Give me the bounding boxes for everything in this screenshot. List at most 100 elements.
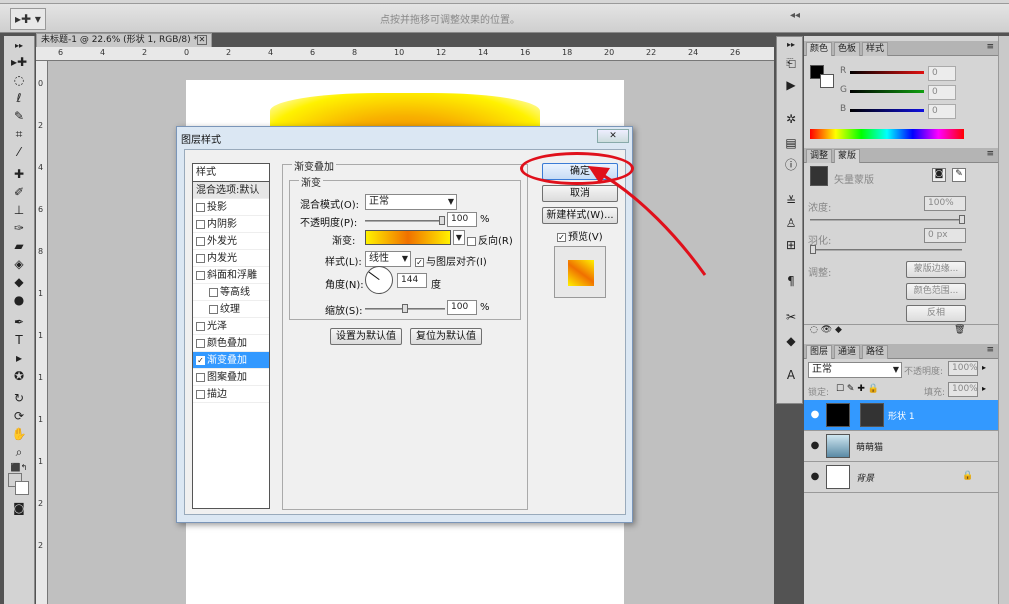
paint-bucket-tool-icon[interactable]: ◈ [9, 256, 29, 272]
path-select-tool-icon[interactable]: ▸ [9, 350, 29, 366]
info-icon[interactable]: ⓘ [782, 157, 800, 173]
tab-styles[interactable]: 样式 [862, 42, 889, 56]
channel-slider[interactable] [850, 90, 924, 93]
set-default-button[interactable]: 设置为默认值 [330, 328, 402, 345]
invert-button[interactable]: 反相 [906, 305, 966, 322]
panel-menu-icon[interactable]: ≡ [986, 149, 994, 159]
layer-row[interactable]: ● 背景 🔒 [804, 462, 998, 493]
clone-source-icon[interactable]: ♙ [782, 215, 800, 231]
style-item[interactable]: ✓ 渐变叠加 [193, 352, 269, 369]
checkbox-icon[interactable] [196, 372, 205, 382]
3d-rotate-tool-icon[interactable]: ↻ [9, 390, 29, 406]
scale-slider[interactable] [365, 304, 445, 313]
reset-default-button[interactable]: 复位为默认值 [410, 328, 482, 345]
history-icon[interactable]: ⎗ [782, 55, 800, 71]
checkbox-icon[interactable]: ✓ [196, 355, 205, 365]
scale-input[interactable]: 100 [447, 300, 477, 315]
trash-icon[interactable]: 🗑 [954, 325, 965, 335]
style-item[interactable]: 投影 [193, 199, 269, 216]
opacity-slider-thumb[interactable] [439, 216, 445, 225]
3d-icon[interactable]: ✂ [782, 309, 800, 325]
mask-edge-button[interactable]: 蒙版边缘... [906, 261, 966, 278]
type-tool-icon[interactable]: T [9, 332, 29, 348]
checkbox-icon[interactable] [196, 202, 205, 212]
brushes-icon[interactable]: ≚ [782, 193, 800, 209]
style-item[interactable]: 颜色叠加 [193, 335, 269, 352]
layer-blend-mode-select[interactable]: 正常 ▼ [808, 362, 902, 378]
style-item[interactable]: 图案叠加 [193, 369, 269, 386]
histogram-icon[interactable]: ▤ [782, 135, 800, 151]
healing-brush-tool-icon[interactable]: ✚ [9, 166, 29, 182]
panel-menu-icon[interactable]: ≡ [986, 42, 994, 52]
lasso-tool-icon[interactable]: ℓ [9, 90, 29, 106]
tab-color[interactable]: 颜色 [806, 42, 833, 56]
opacity-slider[interactable] [365, 216, 445, 225]
toolbox-collapse-icon[interactable]: ▸▸ [9, 38, 29, 54]
checkbox-icon[interactable] [196, 236, 205, 246]
opacity-input[interactable]: 100 [447, 212, 477, 227]
quick-mask-icon[interactable]: ◙ [9, 500, 29, 516]
layer-row[interactable]: ● 萌萌猫 [804, 431, 998, 462]
color-range-button[interactable]: 颜色范围... [906, 283, 966, 300]
checkbox-icon[interactable] [196, 219, 205, 229]
navigator-icon[interactable]: ✲ [782, 111, 800, 127]
panel-scrollbar[interactable] [998, 36, 1009, 604]
quick-select-tool-icon[interactable]: ✎ [9, 108, 29, 124]
style-item[interactable]: 外发光 [193, 233, 269, 250]
checkbox-icon[interactable] [196, 338, 205, 348]
panel-menu-icon[interactable]: ≡ [986, 345, 994, 355]
crop-tool-icon[interactable]: ⌗ [9, 126, 29, 142]
gradient-style-select[interactable]: 线性 ▼ [365, 251, 411, 267]
channel-slider[interactable] [850, 71, 924, 74]
checkbox-icon[interactable] [196, 270, 205, 280]
style-item[interactable]: 纹理 [193, 301, 269, 318]
style-item[interactable]: 斜面和浮雕 [193, 267, 269, 284]
tab-adjustments[interactable]: 调整 [806, 149, 833, 163]
vector-mask-thumbnail[interactable] [860, 403, 884, 427]
angle-dial[interactable] [365, 266, 393, 294]
pen-tool-icon[interactable]: ✒ [9, 314, 29, 330]
3d-orbit-tool-icon[interactable]: ⟳ [9, 408, 29, 424]
visibility-icon[interactable]: 👁 [821, 325, 832, 335]
tab-channels[interactable]: 通道 [834, 345, 861, 359]
channel-slider[interactable] [850, 109, 924, 112]
eyedropper-tool-icon[interactable]: ⁄ [9, 144, 29, 160]
density-slider[interactable] [810, 215, 965, 224]
eraser-tool-icon[interactable]: ▰ [9, 238, 29, 254]
layer-fill-input[interactable]: 100% [948, 382, 978, 397]
visibility-eye-icon[interactable]: ● [808, 409, 822, 421]
load-selection-icon[interactable]: ◌ [810, 325, 818, 335]
strip-collapse-icon[interactable]: ▸▸ [782, 37, 800, 53]
layer-row[interactable]: ● 形状 1 [804, 400, 998, 431]
gradient-dropdown-icon[interactable]: ▼ [453, 230, 465, 245]
checkbox-icon[interactable] [209, 287, 218, 297]
color-spectrum[interactable] [810, 129, 964, 139]
collapse-panels-icon[interactable]: ◂◂ [790, 10, 800, 21]
style-item[interactable]: 内发光 [193, 250, 269, 267]
document-tab[interactable]: 未标题-1 @ 22.6% (形状 1, RGB/8) * ✕ [36, 33, 212, 47]
layer-opacity-input[interactable]: 100% [948, 361, 978, 376]
paragraph-icon[interactable]: ¶ [782, 273, 800, 289]
visibility-eye-icon[interactable]: ● [808, 440, 822, 452]
reverse-checkbox[interactable]: 反向(R) [467, 232, 513, 247]
style-item[interactable]: 等高线 [193, 284, 269, 301]
density-input[interactable]: 100% [924, 196, 966, 211]
tab-masks[interactable]: 蒙版 [834, 149, 861, 163]
style-item[interactable]: 光泽 [193, 318, 269, 335]
blur-tool-icon[interactable]: ◆ [9, 274, 29, 290]
style-item[interactable]: 内阴影 [193, 216, 269, 233]
feather-input[interactable]: 0 px [924, 228, 966, 243]
blend-options-item[interactable]: 混合选项:默认 [193, 182, 269, 199]
feather-slider-thumb[interactable] [810, 245, 816, 254]
actions-icon[interactable]: ▶ [782, 77, 800, 93]
tool-presets-icon[interactable]: ⊞ [782, 237, 800, 253]
tab-layers[interactable]: 图层 [806, 345, 833, 359]
dialog-close-icon[interactable]: ✕ [597, 129, 629, 143]
dodge-tool-icon[interactable]: ● [9, 292, 29, 308]
checkbox-icon[interactable] [196, 321, 205, 331]
align-with-layer-checkbox[interactable]: ✓ 与图层对齐(I) [415, 253, 487, 268]
channel-value-input[interactable]: 0 [928, 104, 956, 119]
hand-tool-icon[interactable]: ✋ [9, 426, 29, 442]
background-color-swatch[interactable] [820, 74, 834, 88]
close-icon[interactable]: ✕ [197, 35, 207, 45]
